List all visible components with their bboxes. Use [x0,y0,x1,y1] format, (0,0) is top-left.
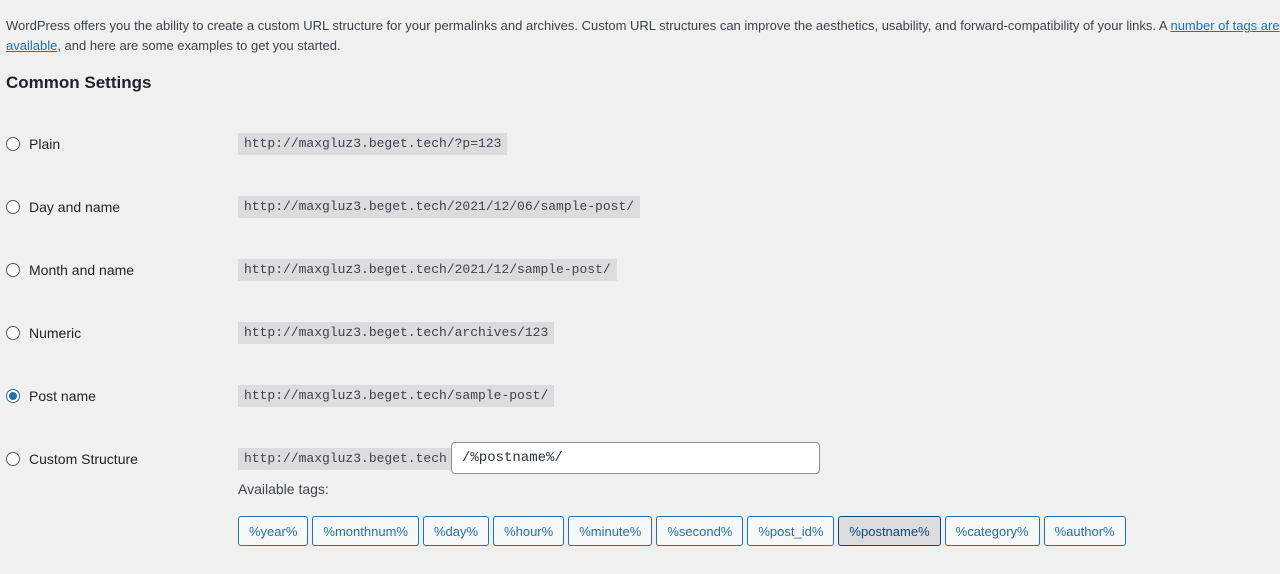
available-tags-list: %year% %monthnum% %day% %hour% %minute% … [238,516,1126,546]
intro-paragraph: WordPress offers you the ability to crea… [6,18,1171,33]
tag-post-id-button[interactable]: %post_id% [747,516,835,546]
tag-year-button[interactable]: %year% [238,516,309,546]
example-plain-url: http://maxgluz3.beget.tech/?p=123 [238,133,508,155]
option-day-and-name[interactable]: Day and name [6,196,120,218]
option-post-name[interactable]: Post name [6,385,96,407]
example-month-and-name-url: http://maxgluz3.beget.tech/2021/12/sampl… [238,259,617,281]
tag-postname-button[interactable]: %postname% [838,516,941,546]
available-tags-label: Available tags: [238,481,329,497]
example-numeric-url: http://maxgluz3.beget.tech/archives/123 [238,322,555,344]
option-plain-label: Plain [29,136,61,152]
tag-day-button[interactable]: %day% [422,516,490,546]
tag-monthnum-button[interactable]: %monthnum% [312,516,419,546]
option-plain[interactable]: Plain [6,133,60,155]
option-numeric-label: Numeric [29,325,82,341]
radio-custom-structure[interactable] [6,452,20,466]
tag-minute-button[interactable]: %minute% [568,516,653,546]
example-post-name-url: http://maxgluz3.beget.tech/sample-post/ [238,385,555,407]
intro-paragraph-end: , and here are some examples to get you … [57,38,341,53]
example-day-and-name-url: http://maxgluz3.beget.tech/2021/12/06/sa… [238,196,641,218]
radio-day-and-name[interactable] [6,200,20,214]
option-month-and-name-label: Month and name [29,262,135,278]
tag-hour-button[interactable]: %hour% [493,516,565,546]
custom-base-url: http://maxgluz3.beget.tech [238,448,453,470]
section-title: Common Settings [6,73,152,92]
option-numeric[interactable]: Numeric [6,322,81,344]
tag-author-button[interactable]: %author% [1043,516,1126,546]
custom-structure-input[interactable] [451,442,820,474]
radio-post-name[interactable] [6,389,20,403]
option-post-name-label: Post name [29,388,96,404]
option-custom-structure-label: Custom Structure [29,451,138,467]
option-day-and-name-label: Day and name [29,199,121,215]
tag-second-button[interactable]: %second% [656,516,744,546]
radio-numeric[interactable] [6,326,20,340]
option-month-and-name[interactable]: Month and name [6,259,134,281]
radio-plain[interactable] [6,137,20,151]
radio-month-and-name[interactable] [6,263,20,277]
tag-category-button[interactable]: %category% [944,516,1040,546]
option-custom-structure[interactable]: Custom Structure [6,448,138,470]
intro-text: WordPress offers you the ability to crea… [6,16,1280,56]
